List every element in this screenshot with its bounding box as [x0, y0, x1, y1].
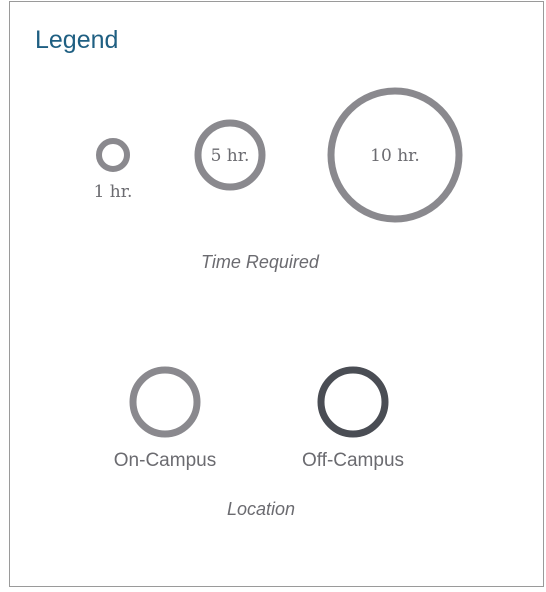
label-10-hr: 10 hr.	[370, 146, 420, 166]
label-on-campus: On-Campus	[114, 450, 216, 471]
label-1-hr: 1 hr.	[94, 182, 133, 202]
label-5-hr: 5 hr.	[211, 146, 250, 166]
legend-diagram: 1 hr. 5 hr. 10 hr. Time Required On-Camp…	[94, 87, 463, 519]
label-off-campus: Off-Campus	[302, 450, 404, 471]
location-group: On-Campus Off-Campus Location	[114, 366, 404, 519]
time-required-caption: Time Required	[201, 252, 320, 272]
circle-1-hr	[96, 138, 130, 172]
circle-on-campus	[129, 366, 201, 438]
time-required-group: 1 hr. 5 hr. 10 hr. Time Required	[94, 87, 463, 272]
location-caption: Location	[227, 499, 295, 519]
circle-off-campus	[317, 366, 389, 438]
